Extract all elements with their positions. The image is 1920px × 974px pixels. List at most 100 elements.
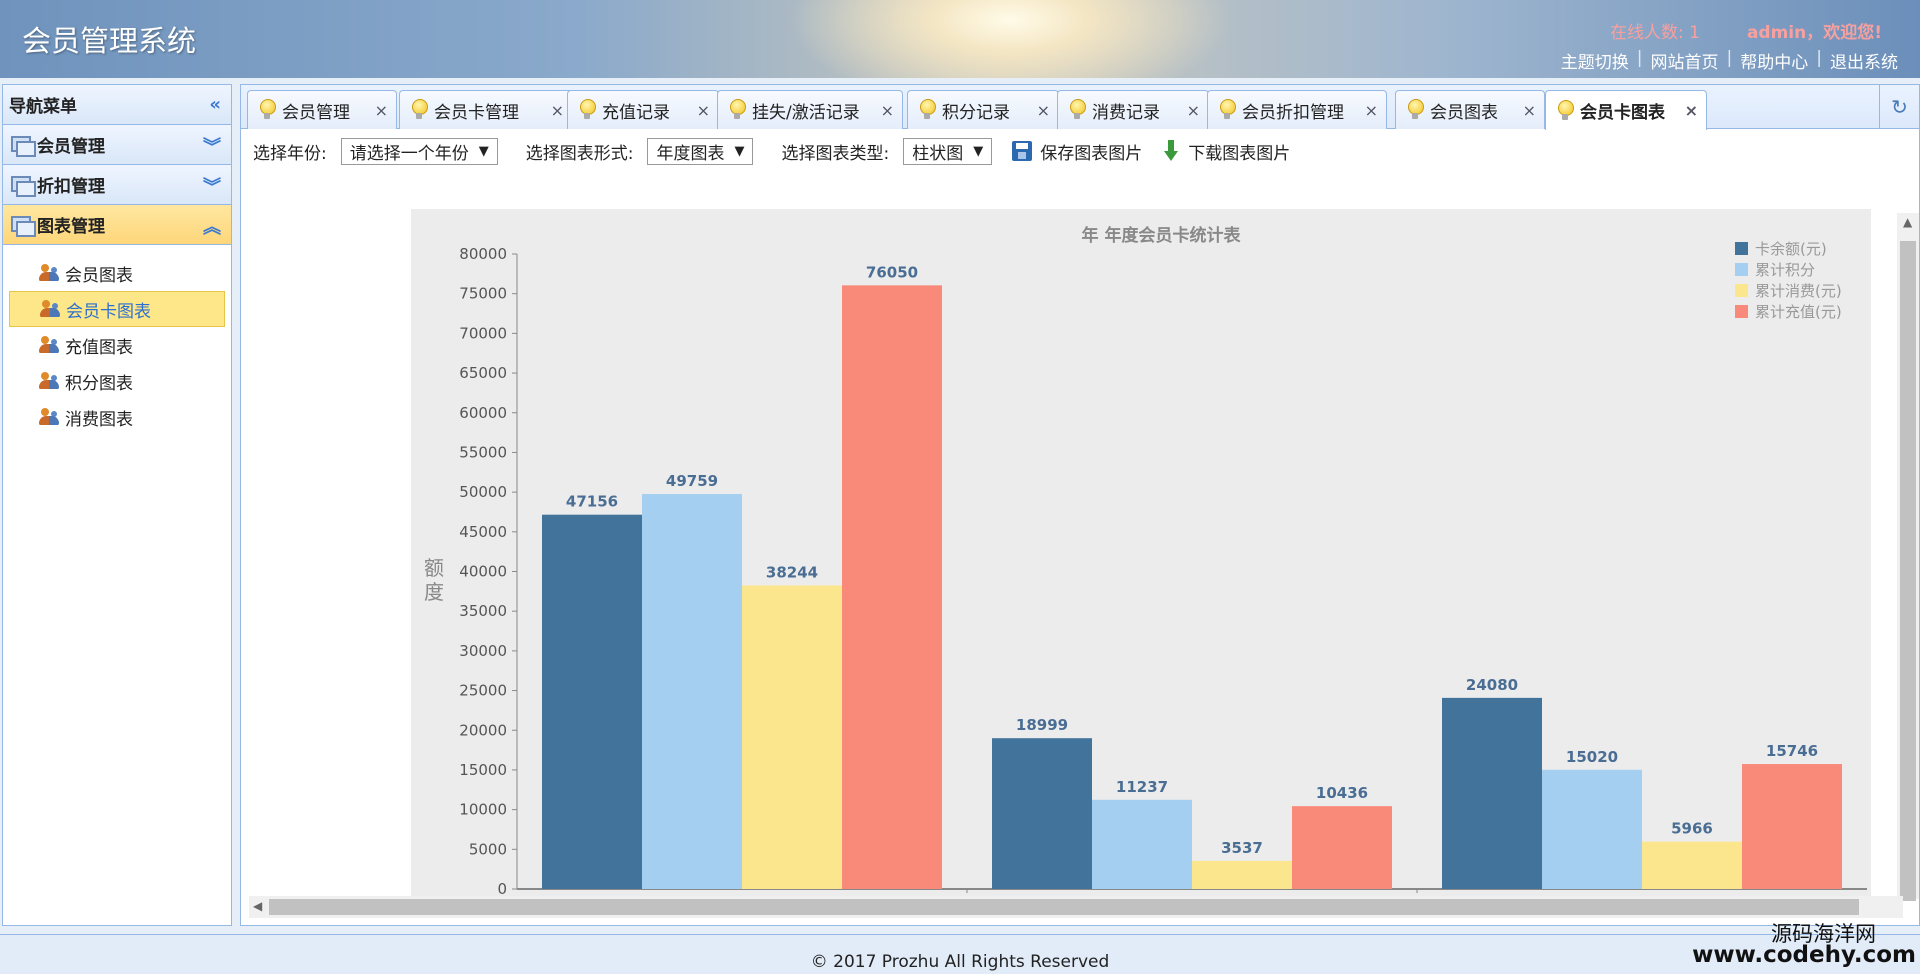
close-tab-icon[interactable]: × [375, 101, 388, 120]
tab-member-card-chart[interactable]: 会员卡图表 × [1545, 90, 1707, 130]
page-footer: © 2017 Prozhu All Rights Reserved [0, 934, 1920, 974]
collapse-chevron-icon[interactable]: ︽ [203, 213, 221, 239]
y-tick-label: 25000 [459, 682, 507, 700]
save-chart-button[interactable]: 保存图表图片 [1012, 139, 1142, 164]
tab-points-records[interactable]: 积分记录 × [907, 90, 1059, 129]
copyright-text: © 2017 Prozhu All Rights Reserved [810, 952, 1110, 972]
close-tab-icon[interactable]: × [881, 101, 894, 120]
chart-form-label: 选择图表形式: [525, 143, 634, 164]
nav-item-recharge-chart[interactable]: 充值图表 [9, 327, 225, 363]
accordion-label: 图表管理 [37, 217, 105, 237]
save-icon [1012, 141, 1033, 161]
dropdown-caret-icon: ▼ [478, 143, 489, 159]
y-tick-label: 75000 [459, 285, 507, 303]
y-tick-label: 65000 [459, 364, 507, 382]
lightbulb-icon [260, 99, 276, 121]
vertical-scroll-thumb[interactable] [1900, 241, 1916, 901]
close-tab-icon[interactable]: × [1187, 101, 1200, 120]
bar [1192, 860, 1292, 889]
y-axis-label: 额 [424, 556, 444, 580]
nav-item-member-card-chart[interactable]: 会员卡图表 [9, 291, 225, 327]
collapse-nav-icon[interactable]: « [209, 94, 221, 115]
bar-data-label: 18999 [1016, 716, 1068, 734]
expand-chevron-icon[interactable]: ︾ [203, 173, 221, 199]
tab-recharge-records[interactable]: 充值记录 × [567, 90, 719, 129]
help-center-link[interactable]: 帮助中心 [1740, 48, 1808, 73]
accordion-chart-management[interactable]: 图表管理 ︽ [3, 205, 231, 245]
close-tab-icon[interactable]: × [1523, 101, 1536, 120]
scroll-left-icon[interactable]: ◀ [253, 899, 262, 913]
year-select[interactable]: 请选择一个年份 ▼ [340, 137, 498, 165]
download-chart-button[interactable]: 下载图表图片 [1164, 139, 1290, 164]
tab-bar: 会员管理 × 会员卡管理 × 充值记录 × 挂失/激活记录 × 积分记录 × 消… [241, 85, 1919, 130]
y-tick-label: 50000 [459, 483, 507, 501]
nav-item-label: 积分图表 [65, 373, 133, 394]
refresh-icon[interactable]: ↻ [1879, 85, 1919, 129]
download-arrow-icon [1164, 140, 1179, 162]
close-tab-icon[interactable]: × [697, 101, 710, 120]
tab-member-card-management[interactable]: 会员卡管理 × [399, 90, 573, 129]
nav-item-member-chart[interactable]: 会员图表 [9, 255, 225, 291]
legend-swatch [1735, 263, 1748, 276]
scroll-up-icon[interactable]: ▲ [1903, 215, 1912, 229]
bar [642, 494, 742, 889]
expand-chevron-icon[interactable]: ︾ [203, 133, 221, 159]
users-icon [39, 263, 61, 283]
main-panel: 会员管理 × 会员卡管理 × 充值记录 × 挂失/激活记录 × 积分记录 × 消… [240, 84, 1920, 926]
watermark-url: www.codehy.com [1692, 942, 1916, 968]
nav-item-consumption-chart[interactable]: 消费图表 [9, 399, 225, 435]
tab-loss-activation-records[interactable]: 挂失/激活记录 × [717, 90, 903, 129]
chart-area: 年 年度会员卡统计表额度 0 5000 10000 15000 20000 25000 300… [411, 209, 1871, 897]
users-icon [40, 299, 62, 319]
y-tick-label: 60000 [459, 404, 507, 422]
link-separator: | [1726, 48, 1733, 68]
y-tick-label: 80000 [459, 245, 507, 263]
tab-member-discount-management[interactable]: 会员折扣管理 × [1207, 90, 1387, 129]
site-home-link[interactable]: 网站首页 [1651, 48, 1719, 73]
bar [992, 738, 1092, 889]
close-tab-icon[interactable]: × [1685, 101, 1698, 120]
lightbulb-icon [412, 99, 428, 121]
dropdown-caret-icon: ▼ [973, 143, 984, 159]
tab-member-chart[interactable]: 会员图表 × [1395, 90, 1545, 129]
nav-item-points-chart[interactable]: 积分图表 [9, 363, 225, 399]
chart-form-value: 年度图表 [656, 143, 725, 164]
users-icon [39, 407, 61, 427]
bar-data-label: 47156 [566, 493, 618, 511]
legend-label: 累计消费(元) [1755, 282, 1842, 300]
horizontal-scrollbar[interactable]: ◀ [249, 896, 1903, 918]
horizontal-scroll-thumb[interactable] [269, 899, 1859, 915]
header-links: 主题切换 | 网站首页 | 帮助中心 | 退出系统 [1561, 48, 1898, 73]
tab-member-management[interactable]: 会员管理 × [247, 90, 397, 129]
bar-data-label: 76050 [866, 263, 918, 281]
save-chart-label: 保存图表图片 [1040, 143, 1143, 164]
bar-data-label: 10436 [1316, 784, 1368, 802]
vertical-scrollbar[interactable]: ▲ [1897, 213, 1919, 901]
y-tick-label: 20000 [459, 721, 507, 739]
chart-title: 年 年度会员卡统计表 [1082, 225, 1242, 246]
chart-type-select[interactable]: 柱状图 ▼ [903, 137, 993, 165]
lightbulb-icon [1070, 99, 1086, 121]
sidebar-nav: 导航菜单 « 会员管理 ︾ 折扣管理 ︾ 图表管理 ︽ 会员图表 会员卡图表 充… [2, 84, 232, 926]
bar-data-label: 24080 [1466, 676, 1518, 694]
lightbulb-icon [580, 99, 596, 121]
bar-data-label: 5966 [1671, 820, 1713, 838]
theme-switch-link[interactable]: 主题切换 [1561, 48, 1629, 73]
close-tab-icon[interactable]: × [1365, 101, 1378, 120]
close-tab-icon[interactable]: × [1037, 101, 1050, 120]
lightbulb-icon [1220, 99, 1236, 121]
chart-form-select[interactable]: 年度图表 ▼ [647, 137, 754, 165]
y-tick-label: 10000 [459, 801, 507, 819]
logout-link[interactable]: 退出系统 [1830, 48, 1898, 73]
y-tick-label: 40000 [459, 563, 507, 581]
close-tab-icon[interactable]: × [551, 101, 564, 120]
accordion-discount-management[interactable]: 折扣管理 ︾ [3, 165, 231, 205]
bar-data-label: 15020 [1566, 748, 1618, 766]
nav-item-label: 会员图表 [65, 265, 133, 286]
y-tick-label: 30000 [459, 642, 507, 660]
y-tick-label: 15000 [459, 761, 507, 779]
y-tick-label: 70000 [459, 324, 507, 342]
legend-swatch [1735, 242, 1748, 255]
accordion-member-management[interactable]: 会员管理 ︾ [3, 125, 231, 165]
tab-consumption-records[interactable]: 消费记录 × [1057, 90, 1209, 129]
